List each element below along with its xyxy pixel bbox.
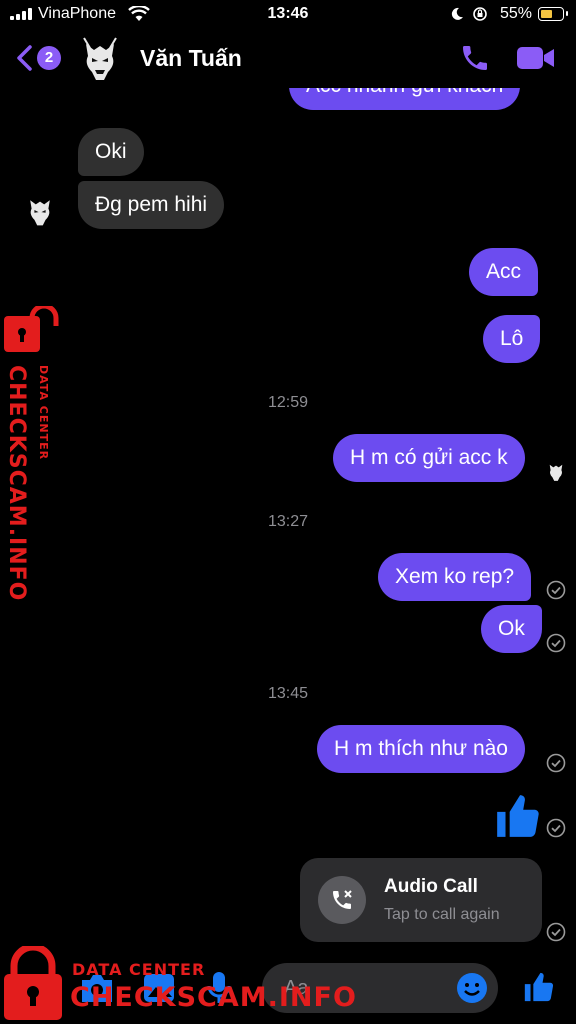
thumbs-up-sticker-icon[interactable] xyxy=(493,790,543,842)
watermark-tag: DATA CENTER xyxy=(72,960,206,979)
watermark-brand: CHECKSCAM.INFO xyxy=(70,982,357,1013)
sent-check-icon xyxy=(546,633,566,653)
sent-check-icon xyxy=(546,580,566,600)
message-incoming[interactable]: Đg pem hihi xyxy=(78,181,225,229)
message-outgoing[interactable]: Xem ko rep? xyxy=(378,553,532,601)
orientation-lock-icon xyxy=(473,7,487,21)
sent-check-icon xyxy=(546,922,566,942)
clock: 13:46 xyxy=(267,5,309,22)
message-incoming[interactable]: Oki xyxy=(78,128,144,176)
battery-icon xyxy=(538,7,568,21)
sender-avatar xyxy=(30,200,50,226)
message-outgoing[interactable]: Acc xyxy=(469,248,539,296)
back-chevron-icon[interactable] xyxy=(14,44,34,72)
emoji-icon[interactable] xyxy=(456,972,488,1004)
contact-name[interactable]: Văn Tuấn xyxy=(140,45,242,72)
contact-avatar[interactable] xyxy=(80,34,120,82)
video-call-icon[interactable] xyxy=(516,44,556,72)
padlock-logo xyxy=(4,306,59,352)
battery-percent: 55% xyxy=(499,5,532,22)
status-bar: VinaPhone 13:46 55% xyxy=(0,0,576,30)
send-like-icon[interactable] xyxy=(522,970,556,1004)
padlock-logo xyxy=(4,946,62,1020)
timestamp: 12:59 xyxy=(267,394,309,411)
moon-icon xyxy=(451,7,463,20)
call-subtitle: Tap to call again xyxy=(384,906,500,923)
phone-call-icon[interactable] xyxy=(458,42,492,74)
call-title: Audio Call xyxy=(384,876,478,897)
message-outgoing[interactable]: H m thích như nào xyxy=(317,725,525,773)
message-outgoing[interactable]: Lô xyxy=(483,315,541,363)
timestamp: 13:27 xyxy=(267,513,309,530)
timestamp: 13:45 xyxy=(267,685,309,702)
seen-avatar xyxy=(549,464,563,481)
message-outgoing[interactable]: H m có gửi acc k xyxy=(333,434,525,482)
missed-audio-call-card[interactable]: Audio Call Tap to call again xyxy=(300,858,542,942)
sent-check-icon xyxy=(546,753,566,773)
unread-count-badge[interactable]: 2 xyxy=(37,46,61,70)
watermark-tag: DATA CENTER xyxy=(37,365,50,461)
missed-call-icon xyxy=(333,890,352,909)
chat-header: 2 Văn Tuấn xyxy=(0,30,576,88)
watermark-brand: CHECKSCAM.INFO xyxy=(4,365,29,602)
message-outgoing[interactable]: Ok xyxy=(481,605,542,653)
message-outgoing[interactable]: Acc nhanh gửi khách xyxy=(289,88,521,110)
message-clip: Acc nhanh gửi khách xyxy=(0,88,576,118)
sent-check-icon xyxy=(546,818,566,838)
call-icon-circle xyxy=(318,876,366,924)
